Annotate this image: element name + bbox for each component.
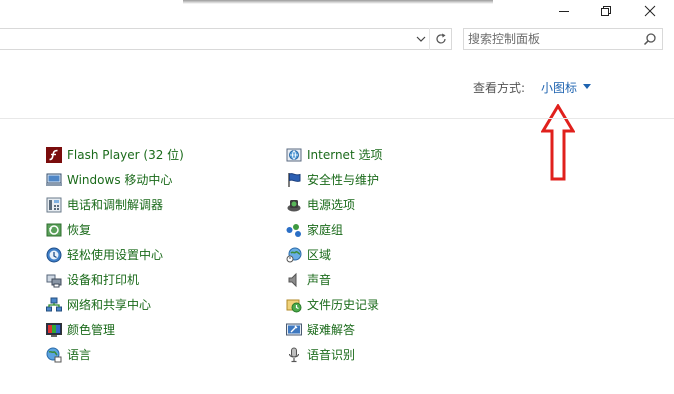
search-input[interactable]: [468, 31, 636, 47]
refresh-icon: [436, 33, 446, 44]
item-label: 声音: [307, 273, 332, 287]
item-language[interactable]: 语言: [46, 345, 91, 365]
item-label: 恢复: [67, 223, 92, 237]
flash-icon: [46, 147, 62, 163]
item-label: 设备和打印机: [67, 273, 140, 287]
region-icon: [286, 247, 302, 263]
item-label: 电话和调制解调器: [67, 198, 164, 212]
homegroup-icon: [286, 224, 301, 237]
search-box[interactable]: [463, 28, 663, 50]
sound-icon: [288, 272, 297, 288]
item-phone-and-modem[interactable]: 电话和调制解调器: [46, 195, 163, 215]
item-label: 轻松使用设置中心: [67, 248, 164, 262]
minimize-button[interactable]: [542, 0, 586, 22]
item-label: 家庭组: [307, 223, 344, 237]
item-label: Internet 选项: [307, 148, 383, 162]
item-windows-mobility-center[interactable]: Windows 移动中心: [46, 170, 172, 190]
mobility-center-icon: [46, 173, 62, 186]
close-icon: [644, 5, 656, 17]
item-troubleshooting[interactable]: 疑难解答: [286, 320, 355, 340]
item-ease-of-access[interactable]: 轻松使用设置中心: [46, 245, 163, 265]
chevron-down-icon: [416, 36, 426, 42]
item-label: 网络和共享中心: [67, 298, 152, 312]
item-security-and-maintenance[interactable]: 安全性与维护: [286, 170, 379, 190]
item-label: 区域: [307, 248, 332, 262]
view-by-dropdown[interactable]: 小图标: [541, 79, 577, 96]
color-management-icon: [46, 323, 62, 337]
phone-modem-icon: [46, 197, 62, 213]
window-shadow: [183, 0, 493, 4]
address-history-button[interactable]: [412, 29, 430, 49]
item-label: 语言: [67, 348, 92, 362]
refresh-button[interactable]: [429, 28, 452, 50]
item-label: 安全性与维护: [307, 173, 380, 187]
close-button[interactable]: [628, 0, 672, 22]
item-label: Windows 移动中心: [67, 173, 173, 187]
item-label: 文件历史记录: [307, 298, 380, 312]
item-flash-player[interactable]: Flash Player (32 位): [46, 145, 184, 165]
item-devices-and-printers[interactable]: 设备和打印机: [46, 270, 139, 290]
item-internet-options[interactable]: Internet 选项: [286, 145, 382, 165]
troubleshooting-icon: [286, 323, 302, 336]
restore-icon: [601, 6, 611, 16]
address-bar[interactable]: [0, 28, 452, 50]
item-file-history[interactable]: 文件历史记录: [286, 295, 379, 315]
restore-button[interactable]: [584, 0, 628, 22]
item-label: 电源选项: [307, 198, 356, 212]
language-icon: [46, 347, 62, 363]
item-label: 颜色管理: [67, 323, 116, 337]
file-history-icon: [286, 299, 302, 313]
speech-recognition-icon: [288, 347, 300, 363]
divider: [0, 118, 674, 119]
item-speech-recognition[interactable]: 语音识别: [286, 345, 355, 365]
item-homegroup[interactable]: 家庭组: [286, 220, 343, 240]
power-options-icon: [287, 200, 301, 212]
ease-of-access-icon: [46, 247, 62, 263]
security-maintenance-icon: [288, 173, 301, 187]
minimize-icon: [559, 11, 569, 12]
recovery-icon: [46, 223, 62, 237]
view-by-label: 查看方式:: [473, 81, 526, 95]
annotation-arrow: [541, 104, 575, 181]
item-network-and-sharing[interactable]: 网络和共享中心: [46, 295, 151, 315]
item-label: Flash Player (32 位): [67, 148, 184, 162]
item-power-options[interactable]: 电源选项: [286, 195, 355, 215]
item-label: 语音识别: [307, 348, 356, 362]
internet-options-icon: [286, 148, 302, 162]
item-label: 疑难解答: [307, 323, 356, 337]
item-region[interactable]: 区域: [286, 245, 331, 265]
network-sharing-icon: [46, 297, 62, 312]
item-sound[interactable]: 声音: [286, 270, 331, 290]
devices-printers-icon: [46, 274, 62, 288]
dropdown-caret-icon[interactable]: [583, 84, 591, 89]
item-recovery[interactable]: 恢复: [46, 220, 91, 240]
item-color-management[interactable]: 颜色管理: [46, 320, 115, 340]
search-icon[interactable]: [643, 32, 657, 46]
